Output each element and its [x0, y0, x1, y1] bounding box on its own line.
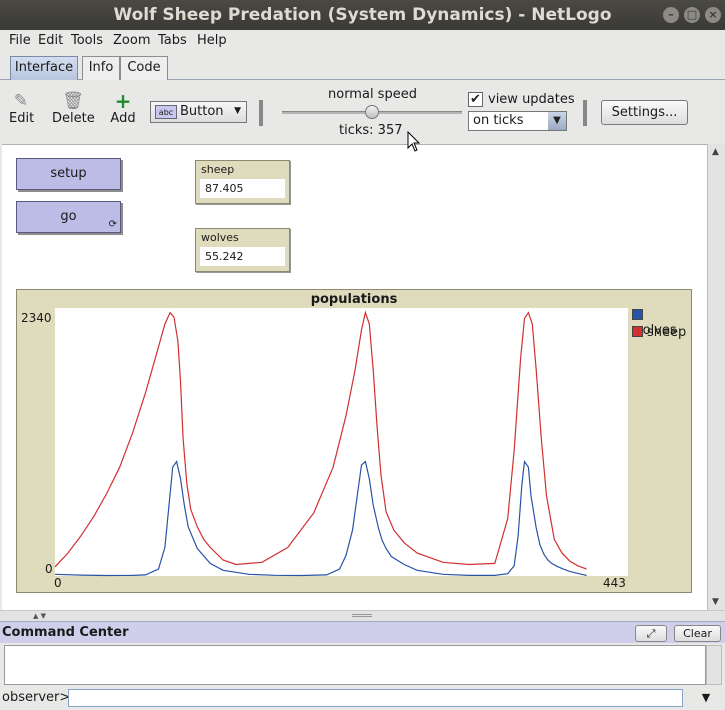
command-center-title: Command Center — [2, 625, 129, 640]
settings-button[interactable]: Settings... — [601, 100, 688, 125]
x-min-label: 0 — [54, 576, 62, 590]
drag-handle-icon[interactable] — [352, 614, 372, 617]
speed-label: normal speed — [328, 87, 417, 102]
mouse-cursor-icon — [407, 131, 421, 152]
collapse-arrows-icon[interactable]: ▲ ▼ — [33, 612, 46, 620]
menu-tools[interactable]: Tools — [71, 33, 103, 48]
plus-icon: + — [114, 89, 132, 113]
setup-button[interactable]: setup — [16, 158, 121, 190]
pencil-icon: ✎ — [13, 91, 29, 111]
expand-button[interactable]: ⤢ — [635, 625, 667, 642]
menu-tabs[interactable]: Tabs — [158, 33, 187, 48]
scroll-down-icon[interactable]: ▼ — [712, 597, 719, 607]
button-widget-icon: abc — [155, 105, 177, 119]
chevron-down-icon: ▼ — [234, 106, 241, 116]
edit-button[interactable]: ✎ Edit — [9, 91, 35, 126]
expand-icon: ⤢ — [646, 627, 656, 640]
edit-label: Edit — [9, 111, 35, 126]
view-updates-label: view updates — [488, 92, 575, 107]
menu-help[interactable]: Help — [197, 33, 227, 48]
legend-swatch — [632, 309, 643, 320]
monitor-label: sheep — [201, 163, 235, 176]
title-bar: Wolf Sheep Predation (System Dynamics) -… — [0, 0, 725, 30]
menu-zoom[interactable]: Zoom — [113, 33, 150, 48]
command-center-header: Command Center ⤢ Clear — [0, 621, 725, 643]
chevron-down-icon: ▼ — [548, 112, 566, 130]
delete-button[interactable]: 🗑 Delete — [52, 91, 95, 126]
setup-label: setup — [50, 166, 87, 181]
view-updates-checkbox[interactable]: ✔ — [468, 92, 483, 107]
plot-canvas — [54, 308, 628, 577]
update-mode-value: on ticks — [473, 113, 524, 128]
clear-button[interactable]: Clear — [674, 625, 721, 642]
legend-item-sheep: sheep — [632, 325, 686, 340]
minimize-icon[interactable]: – — [663, 7, 679, 23]
wolves-monitor: wolves 55.242 — [195, 228, 290, 272]
close-icon[interactable]: × — [705, 7, 721, 23]
maximize-icon[interactable]: □ — [684, 7, 700, 23]
add-label: Add — [110, 111, 136, 126]
observer-prompt: observer> — [2, 690, 71, 705]
legend-label: sheep — [647, 325, 687, 340]
pane-splitter[interactable]: ▲ ▼ — [0, 610, 725, 621]
command-input[interactable] — [68, 689, 683, 707]
y-min-label: 0 — [45, 562, 53, 576]
menu-edit[interactable]: Edit — [38, 33, 63, 48]
legend-swatch — [632, 326, 643, 337]
toolbar-divider — [259, 100, 263, 126]
scroll-up-icon[interactable]: ▲ — [712, 147, 719, 157]
output-scrollbar[interactable] — [706, 645, 722, 685]
monitor-label: wolves — [201, 231, 239, 244]
speed-slider-knob[interactable] — [365, 105, 379, 119]
tab-interface[interactable]: Interface — [10, 56, 78, 80]
toolbar-divider — [583, 100, 587, 126]
tab-strip: Interface Info Code — [0, 52, 725, 80]
populations-plot: populations 2340 0 0 443 wolves sheep — [16, 289, 692, 593]
delete-label: Delete — [52, 111, 95, 126]
go-button[interactable]: go ⟳ — [16, 201, 121, 233]
go-label: go — [60, 209, 77, 224]
window-title: Wolf Sheep Predation (System Dynamics) -… — [113, 5, 612, 25]
tab-info[interactable]: Info — [82, 56, 120, 80]
widget-type-select[interactable]: abc Button ▼ — [150, 101, 247, 123]
menu-bar: File Edit Tools Zoom Tabs Help — [0, 30, 725, 52]
update-mode-select[interactable]: on ticks ▼ — [468, 111, 567, 131]
chevron-down-icon[interactable]: ▼ — [690, 689, 722, 707]
monitor-value: 87.405 — [200, 179, 285, 198]
sheep-monitor: sheep 87.405 — [195, 160, 290, 204]
widget-type-value: Button — [180, 104, 224, 119]
add-button[interactable]: + Add — [110, 91, 136, 126]
command-output[interactable] — [4, 645, 706, 685]
menu-file[interactable]: File — [9, 33, 31, 48]
tab-code[interactable]: Code — [120, 56, 168, 80]
x-max-label: 443 — [603, 576, 626, 590]
interface-toolbar: ✎ Edit 🗑 Delete + Add abc Button ▼ norma… — [0, 81, 725, 144]
tick-counter: ticks: 357 — [339, 123, 403, 138]
y-max-label: 2340 — [21, 311, 52, 325]
trash-icon: 🗑 — [62, 91, 84, 111]
forever-icon: ⟳ — [108, 219, 117, 230]
vertical-scrollbar[interactable]: ▲ ▼ — [707, 144, 725, 610]
monitor-value: 55.242 — [200, 247, 285, 266]
